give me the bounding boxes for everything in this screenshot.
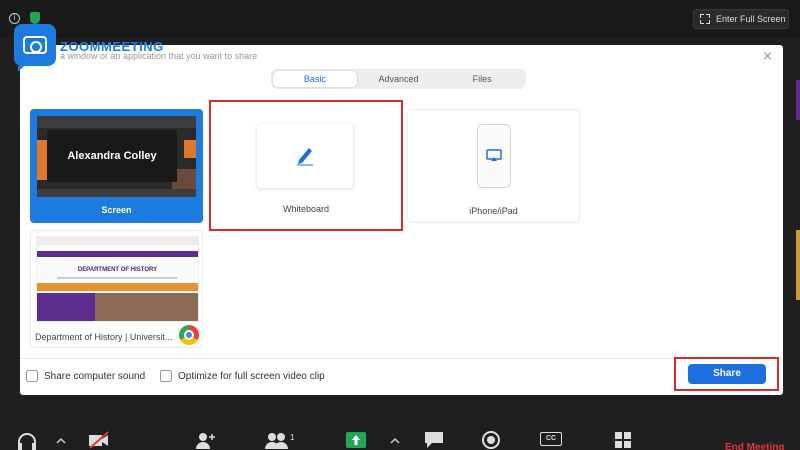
- share-sound-checkbox[interactable]: [26, 370, 38, 382]
- record-icon[interactable]: [481, 431, 501, 449]
- screen-preview: Alexandra Colley: [37, 116, 196, 197]
- camera-logo-icon: [14, 24, 56, 72]
- close-icon[interactable]: ×: [762, 49, 773, 64]
- brand-logo: ZOOMMEETING: [14, 24, 164, 72]
- meeting-toolbar: 1 CC End Meeting: [0, 423, 800, 450]
- optimize-video-checkbox[interactable]: [160, 370, 172, 382]
- end-meeting-button[interactable]: End Meeting: [725, 442, 784, 450]
- share-option-window-history[interactable]: DEPARTMENT OF HISTORY Department of Hist…: [30, 230, 203, 348]
- share-screen-icon[interactable]: [346, 431, 366, 449]
- window-label: Department of History | Universit...: [35, 332, 173, 342]
- participants-icon[interactable]: [265, 431, 289, 449]
- screen-cast-icon: [486, 149, 502, 161]
- invite-icon[interactable]: [195, 431, 217, 449]
- chevron-up-icon[interactable]: [390, 437, 400, 444]
- chrome-icon: [179, 325, 199, 345]
- chat-icon[interactable]: [424, 431, 444, 449]
- background-window-edge: [796, 230, 800, 300]
- whiteboard-label: Whiteboard: [282, 204, 330, 214]
- chevron-up-icon[interactable]: [56, 437, 66, 444]
- divider: [20, 358, 783, 359]
- preview-participant-name: Alexandra Colley: [47, 130, 177, 182]
- share-option-screen[interactable]: Alexandra Colley Screen: [30, 109, 203, 223]
- preview-heading: DEPARTMENT OF HISTORY: [77, 267, 158, 273]
- tab-files[interactable]: Files: [440, 71, 524, 87]
- enter-full-screen-button[interactable]: Enter Full Screen: [693, 9, 789, 29]
- tab-advanced[interactable]: Advanced: [357, 71, 441, 87]
- iphone-label: iPhone/iPad: [469, 206, 518, 216]
- headphones-icon[interactable]: [16, 431, 38, 450]
- share-option-iphone-ipad[interactable]: iPhone/iPad: [407, 109, 580, 223]
- screen-label: Screen: [101, 205, 132, 215]
- security-shield-icon[interactable]: [30, 12, 40, 24]
- apps-grid-icon[interactable]: [614, 431, 632, 449]
- optimize-video-option[interactable]: Optimize for full screen video clip: [160, 370, 325, 382]
- info-icon[interactable]: i: [9, 13, 20, 24]
- participants-count: 1: [290, 433, 295, 442]
- share-button[interactable]: Share: [688, 364, 766, 384]
- phone-icon: [477, 124, 511, 188]
- fullscreen-icon: [700, 14, 710, 24]
- share-tabs: Basic Advanced Files: [271, 69, 526, 89]
- pen-icon: [297, 148, 313, 166]
- closed-caption-button[interactable]: CC: [540, 432, 562, 446]
- share-option-whiteboard[interactable]: Whiteboard: [209, 100, 403, 231]
- whiteboard-card: [257, 124, 353, 188]
- background-window-edge: [796, 80, 800, 120]
- share-screen-dialog: a window or an application that you want…: [20, 45, 783, 395]
- fullscreen-label: Enter Full Screen: [716, 14, 786, 24]
- share-sound-option[interactable]: Share computer sound: [26, 370, 145, 382]
- share-sound-label: Share computer sound: [44, 370, 146, 382]
- cc-label: CC: [545, 435, 557, 442]
- window-preview: DEPARTMENT OF HISTORY: [36, 236, 199, 322]
- optimize-video-label: Optimize for full screen video clip: [178, 370, 325, 382]
- share-button-highlight: Share: [674, 357, 779, 391]
- video-off-icon[interactable]: [88, 431, 110, 449]
- logo-text: ZOOMMEETING: [60, 38, 164, 54]
- tab-basic[interactable]: Basic: [273, 71, 357, 87]
